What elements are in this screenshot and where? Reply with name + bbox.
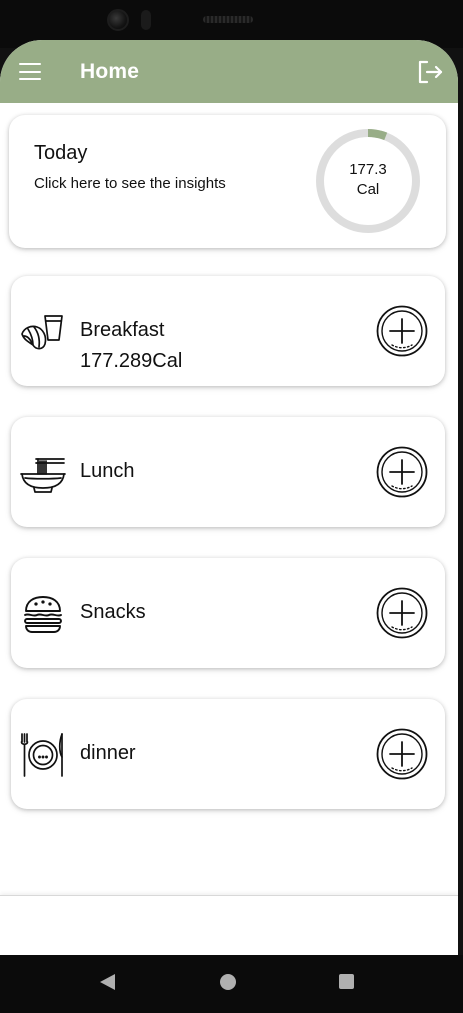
meal-calories-breakfast: 177.289Cal	[80, 350, 183, 372]
meal-card-breakfast[interactable]: Breakfast 177.289Cal	[11, 276, 445, 386]
calorie-total-unit: Cal	[356, 181, 380, 198]
add-plate-icon[interactable]	[375, 304, 429, 358]
insights-link-text: Click here to see the insights	[34, 175, 226, 192]
app-screen: Home Today Click here to see the insight…	[0, 40, 458, 955]
meal-name-lunch: Lunch	[80, 460, 135, 482]
meal-name-breakfast: Breakfast	[80, 319, 165, 341]
plate-cutlery-icon	[20, 733, 63, 777]
hamburger-menu-icon[interactable]	[19, 63, 41, 81]
meal-card-snacks[interactable]: Snacks	[11, 558, 445, 668]
calorie-total-value: 177.3	[349, 161, 387, 178]
noodle-bowl-icon	[20, 458, 66, 493]
app-bar: Home	[0, 40, 458, 103]
phone-frame: Home Today Click here to see the insight…	[0, 0, 463, 1013]
today-card[interactable]: Today Click here to see the insights 177…	[9, 115, 446, 248]
triangle-back-icon[interactable]	[100, 974, 115, 990]
add-plate-icon[interactable]	[375, 727, 429, 781]
logout-icon[interactable]	[417, 60, 443, 84]
system-navigation-bar	[0, 955, 463, 1013]
meal-card-lunch[interactable]: Lunch	[11, 417, 445, 527]
calorie-total: 177.3 Cal	[312, 160, 424, 200]
meal-name-dinner: dinner	[80, 742, 136, 764]
earpiece-speaker	[203, 16, 253, 23]
meal-card-dinner[interactable]: dinner	[11, 699, 445, 809]
croissant-coffee-icon	[21, 315, 63, 350]
circle-home-icon[interactable]	[220, 974, 236, 990]
add-plate-icon[interactable]	[375, 445, 429, 499]
today-title: Today	[34, 142, 88, 164]
meal-name-snacks: Snacks	[80, 601, 146, 623]
square-recents-icon[interactable]	[339, 974, 354, 989]
front-camera	[107, 9, 129, 31]
bottom-panel	[0, 895, 458, 955]
proximity-sensor	[141, 10, 151, 30]
page-title: Home	[80, 60, 140, 83]
add-plate-icon[interactable]	[375, 586, 429, 640]
burger-icon	[24, 596, 62, 633]
